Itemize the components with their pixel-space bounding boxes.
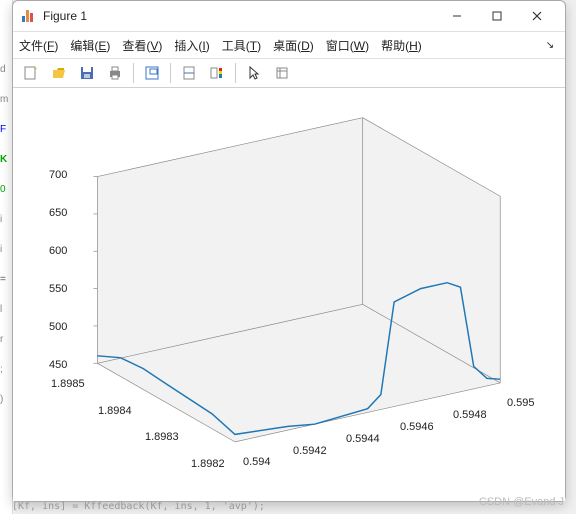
menu-tools[interactable]: 工具(T) [222,37,261,54]
z-tick: 650 [49,207,67,219]
new-figure-icon[interactable] [19,61,43,85]
y-tick: 0.5944 [346,433,380,445]
plot-svg [23,98,555,491]
minimize-button[interactable] [437,2,477,30]
titlebar[interactable]: Figure 1 [13,1,565,32]
save-icon[interactable] [75,61,99,85]
x-tick: 1.8984 [98,405,132,417]
print-icon[interactable] [103,61,127,85]
y-tick: 0.595 [507,397,535,409]
menu-window[interactable]: 窗口(W) [326,37,369,54]
menu-view[interactable]: 查看(V) [122,37,162,54]
window-title: Figure 1 [43,9,437,23]
axes-3d[interactable]: 450 500 550 600 650 700 1.8985 1.8984 1.… [23,98,555,491]
menu-help[interactable]: 帮助(H) [381,37,422,54]
menu-desktop[interactable]: 桌面(D) [273,37,314,54]
watermark: CSDN @Evand J [479,496,564,508]
z-tick: 700 [49,169,67,181]
maximize-button[interactable] [477,2,517,30]
toolbar-overflow-icon[interactable]: ↘ [541,40,559,51]
x-tick: 1.8985 [51,378,85,390]
z-tick: 500 [49,321,67,333]
data-cursor-icon[interactable] [140,61,164,85]
y-tick: 0.5948 [453,409,487,421]
insert-icon[interactable] [270,61,294,85]
background-code-gutter: d m F K 0 i i = l r ; ) [0,55,12,415]
background-code-line: [Kf, ins] = Kffeedback(Kf, ins, 1, 'avp'… [12,501,265,512]
x-tick: 1.8982 [191,458,225,470]
menubar: 文件(F) 编辑(E) 查看(V) 插入(I) 工具(T) 桌面(D) 窗口(W… [13,32,565,59]
menu-edit[interactable]: 编辑(E) [70,37,110,54]
z-tick: 600 [49,245,67,257]
close-button[interactable] [517,2,557,30]
menu-insert[interactable]: 插入(I) [174,37,209,54]
y-tick: 0.5942 [293,445,327,457]
link-icon[interactable] [177,61,201,85]
matlab-figure-icon [21,8,37,24]
pointer-icon[interactable] [242,61,266,85]
y-tick: 0.594 [243,456,271,468]
figure-window: Figure 1 文件(F) 编辑(E) 查看(V) 插入(I) 工具(T) 桌… [12,0,566,502]
colorbar-icon[interactable] [205,61,229,85]
z-tick: 550 [49,283,67,295]
menu-file[interactable]: 文件(F) [19,37,58,54]
x-tick: 1.8983 [145,431,179,443]
toolbar [13,59,565,88]
open-icon[interactable] [47,61,71,85]
plot-area[interactable]: 450 500 550 600 650 700 1.8985 1.8984 1.… [13,88,565,501]
y-tick: 0.5946 [400,421,434,433]
z-tick: 450 [49,359,67,371]
